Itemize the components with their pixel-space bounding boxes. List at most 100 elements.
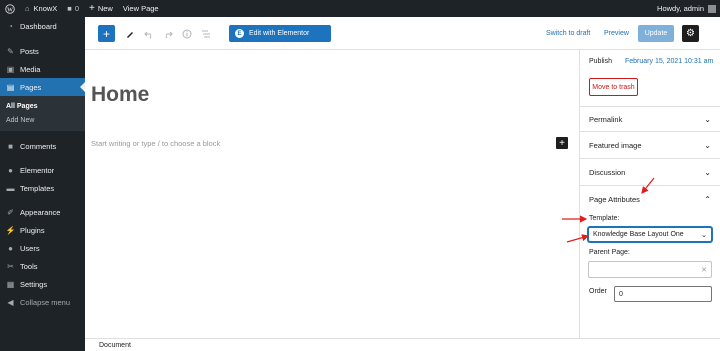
move-to-trash-button[interactable]: Move to trash <box>589 78 638 96</box>
sidebar-subitem-all-pages[interactable]: All Pages <box>0 99 85 113</box>
page-attributes-label: Page Attributes <box>589 194 640 204</box>
chevron-down-icon: ⌄ <box>704 114 711 124</box>
view-page-link[interactable]: View Page <box>118 0 164 17</box>
sidebar-item-settings[interactable]: ▦ Settings <box>0 275 85 293</box>
add-block-button[interactable]: + <box>98 25 115 42</box>
gear-icon: ⚙ <box>686 28 695 39</box>
sidebar-item-pages[interactable]: ▤ Pages <box>0 78 85 96</box>
comments-count: 0 <box>74 4 79 13</box>
media-icon: ▣ <box>6 64 15 74</box>
editor-canvas: Home Start writing or type / to choose a… <box>85 50 579 338</box>
breadcrumb[interactable]: Document <box>99 342 131 349</box>
admin-sidebar: ◔ Dashboard ✎ Posts ▣ Media ▤ Pages All … <box>0 17 85 351</box>
permalink-panel-toggle[interactable]: Permalink ⌄ <box>580 106 720 132</box>
template-label: Template: <box>589 215 620 222</box>
sidebar-item-tools[interactable]: ✂ Tools <box>0 257 85 275</box>
chevron-down-icon: ⌄ <box>704 140 711 150</box>
sidebar-item-label: Appearance <box>20 207 61 217</box>
redo-button[interactable] <box>161 27 174 40</box>
info-icon <box>182 29 191 38</box>
view-page-label: View Page <box>122 4 159 13</box>
block-placeholder[interactable]: Start writing or type / to choose a bloc… <box>91 139 220 148</box>
settings-toggle-button[interactable]: ⚙ <box>682 25 699 42</box>
wrench-icon: ✂ <box>7 261 14 271</box>
sidebar-item-dashboard[interactable]: ◔ Dashboard <box>0 17 85 36</box>
publish-label: Publish <box>589 58 612 65</box>
discussion-label: Discussion <box>589 167 626 177</box>
pencil-icon <box>126 31 133 38</box>
chevron-up-icon: ⌃ <box>704 194 711 204</box>
list-view-icon <box>201 30 210 37</box>
chevron-down-icon: ⌄ <box>704 167 711 177</box>
wordpress-logo-icon[interactable]: W <box>0 0 20 17</box>
pages-icon: ▤ <box>6 82 15 92</box>
folder-icon: ▬ <box>6 183 15 193</box>
chevron-down-icon: ⌄ <box>701 231 707 239</box>
new-content-link[interactable]: + New <box>84 0 118 17</box>
pushpin-icon: ✎ <box>7 46 14 56</box>
pages-submenu: All Pages Add New <box>0 96 85 131</box>
switch-to-draft-button[interactable]: Switch to draft <box>546 25 590 42</box>
sidebar-item-label: Dashboard <box>20 22 57 31</box>
sidebar-item-label: Users <box>20 243 40 253</box>
sidebar-item-appearance[interactable]: ✐ Appearance <box>0 203 85 221</box>
sidebar-item-posts[interactable]: ✎ Posts <box>0 42 85 60</box>
sidebar-item-label: Elementor <box>20 165 55 175</box>
details-button[interactable] <box>180 27 193 40</box>
settings-sliders-icon: ▦ <box>6 279 15 289</box>
sidebar-item-media[interactable]: ▣ Media <box>0 60 85 78</box>
order-input[interactable]: 0 <box>614 286 712 302</box>
site-name: KnowX <box>33 4 58 13</box>
parent-page-label: Parent Page: <box>589 249 630 256</box>
page-title[interactable]: Home <box>91 83 149 107</box>
collapse-menu-button[interactable]: ◀ Collapse menu <box>0 293 85 311</box>
permalink-label: Permalink <box>589 114 623 124</box>
comments-link[interactable]: ■ 0 <box>62 0 84 17</box>
list-view-button[interactable] <box>199 27 212 40</box>
undo-button[interactable] <box>142 27 155 40</box>
edit-with-elementor-button[interactable]: E Edit with Elementor <box>229 25 331 42</box>
update-button[interactable]: Update <box>638 25 674 42</box>
edit-tool-button[interactable] <box>123 27 136 40</box>
plus-icon: + <box>89 3 95 14</box>
featured-image-label: Featured image <box>589 140 642 150</box>
site-name-link[interactable]: ⌂ KnowX <box>20 0 62 17</box>
sidebar-item-elementor[interactable]: ● Elementor <box>0 161 85 179</box>
sidebar-item-label: Tools <box>20 261 38 271</box>
template-value: Knowledge Base Layout One <box>593 231 684 238</box>
sidebar-subitem-add-new[interactable]: Add New <box>0 113 85 127</box>
featured-image-panel-toggle[interactable]: Featured image ⌄ <box>580 132 720 159</box>
sidebar-item-label: Comments <box>20 141 57 151</box>
preview-button[interactable]: Preview <box>604 25 629 42</box>
sidebar-item-label: Plugins <box>20 225 45 235</box>
comment-icon: ■ <box>67 4 72 13</box>
greeting: Howdy, admin <box>657 4 704 13</box>
discussion-panel-toggle[interactable]: Discussion ⌄ <box>580 159 720 186</box>
edit-elementor-label: Edit with Elementor <box>249 30 310 37</box>
sidebar-item-comments[interactable]: ■ Comments <box>0 137 85 155</box>
svg-text:W: W <box>7 7 13 13</box>
page-attributes-panel-toggle[interactable]: Page Attributes ⌃ <box>580 186 720 212</box>
redo-icon <box>165 31 173 38</box>
clear-icon[interactable]: ✕ <box>701 266 707 274</box>
home-icon: ⌂ <box>25 4 30 13</box>
sidebar-item-label: Media <box>20 64 41 74</box>
plus-icon: + <box>559 137 565 149</box>
elementor-logo-icon: E <box>235 29 244 38</box>
user-account-menu[interactable]: Howdy, admin <box>652 0 720 17</box>
template-select[interactable]: Knowledge Base Layout One ⌄ <box>588 227 712 242</box>
publish-date-link[interactable]: February 15, 2021 10:31 am <box>625 58 713 65</box>
inline-add-block-button[interactable]: + <box>556 137 568 149</box>
sidebar-item-plugins[interactable]: ⚡ Plugins <box>0 221 85 239</box>
sidebar-item-templates[interactable]: ▬ Templates <box>0 179 85 197</box>
editor-toolbar: + E Edit with Elementor Switch to draft … <box>85 17 720 50</box>
comment-icon: ■ <box>8 141 13 151</box>
sidebar-item-users[interactable]: ● Users <box>0 239 85 257</box>
sidebar-item-label: Collapse menu <box>20 297 71 307</box>
new-label: New <box>97 4 113 13</box>
elementor-icon: ● <box>8 165 13 175</box>
order-value: 0 <box>619 290 623 298</box>
parent-page-combobox[interactable]: ✕ <box>588 261 712 278</box>
sidebar-item-label: Pages <box>20 82 42 92</box>
dashboard-icon: ◔ <box>8 22 13 31</box>
